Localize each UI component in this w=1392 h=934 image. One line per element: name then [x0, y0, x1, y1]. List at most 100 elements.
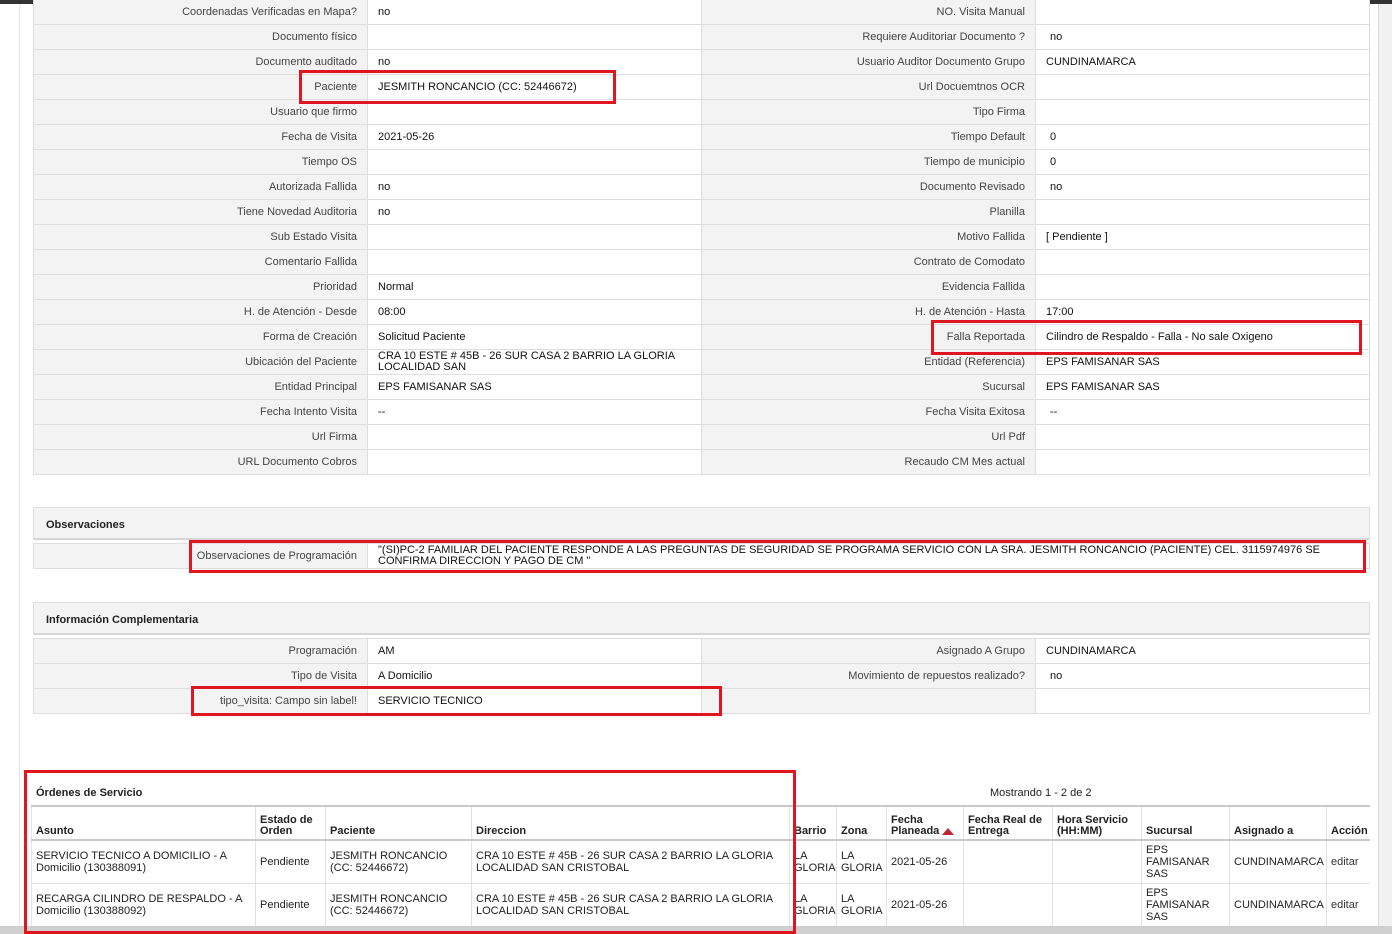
- detail-row: Sub Estado Visita Motivo Fallida[ Pendien…: [33, 224, 1370, 250]
- detail-row: Coordenadas Verificadas en Mapa? no NO. Vi…: [33, 0, 1370, 25]
- detail-label: Usuario Auditor Documento Grupo: [701, 49, 1036, 75]
- detail-label: Planilla: [701, 199, 1036, 225]
- column-header-label: Zona: [841, 825, 868, 837]
- detail-label: Evidencia Fallida: [701, 274, 1036, 300]
- table-row: RECARGA CILINDRO DE RESPALDO - A Domicil…: [31, 883, 1370, 927]
- detail-label: Ubicación del Paciente: [33, 349, 368, 375]
- column-header[interactable]: Paciente: [325, 805, 472, 841]
- detail-label: Comentario Fallida: [33, 249, 368, 275]
- observaciones-table: Observaciones de Programación "(SI)PC-2 …: [33, 543, 1370, 569]
- detail-label: Prioridad: [33, 274, 368, 300]
- ordenes-count: Mostrando 1 - 2 de 2: [990, 787, 1092, 799]
- detail-value: Cilindro de Respaldo - Falla - No sale O…: [1035, 324, 1370, 350]
- detail-row: Ubicación del Paciente CRA 10 ESTE # 45B …: [33, 349, 1370, 375]
- table-cell: Pendiente: [255, 883, 326, 927]
- detail-label: Url Docuemtnos OCR: [701, 74, 1036, 100]
- detail-value: 2021-05-26: [367, 124, 702, 150]
- detail-value: 0: [1035, 124, 1370, 150]
- detail-value: no: [367, 174, 702, 200]
- detail-label: Documento Revisado: [701, 174, 1036, 200]
- column-header[interactable]: Barrio: [789, 805, 837, 841]
- detail-label: Tiempo de municipio: [701, 149, 1036, 175]
- detail-label: Sub Estado Visita: [33, 224, 368, 250]
- column-header-label: Estado de Orden: [260, 814, 313, 837]
- detail-label: Contrato de Comodato: [701, 249, 1036, 275]
- detail-value: [1035, 74, 1370, 100]
- detail-value: [367, 249, 702, 275]
- edit-link[interactable]: editar: [1331, 899, 1359, 911]
- column-header-label: Acción: [1331, 825, 1368, 837]
- column-header-label: Barrio: [794, 825, 827, 837]
- table-cell: LA GLORIA: [836, 840, 887, 884]
- detail-row: Usuario que firmo Tipo Firma: [33, 99, 1370, 125]
- column-header-label: Direccion: [476, 825, 527, 837]
- column-header[interactable]: Sucursal: [1141, 805, 1230, 841]
- detail-value: [1035, 0, 1370, 25]
- column-header[interactable]: Asunto: [31, 805, 256, 841]
- sort-asc-icon[interactable]: [942, 827, 955, 835]
- detail-value: [367, 224, 702, 250]
- detail-label: Fecha Intento Visita: [33, 399, 368, 425]
- detail-label: Tiene Novedad Auditoria: [33, 199, 368, 225]
- table-cell: RECARGA CILINDRO DE RESPALDO - A Domicil…: [31, 883, 256, 927]
- edit-link[interactable]: editar: [1331, 856, 1359, 868]
- detail-value: CRA 10 ESTE # 45B - 26 SUR CASA 2 BARRIO…: [367, 349, 702, 375]
- detail-value: [367, 24, 702, 50]
- column-header[interactable]: Fecha Planeada: [886, 805, 964, 841]
- table-row: SERVICIO TECNICO A DOMICILIO - A Domicil…: [31, 840, 1370, 884]
- column-header[interactable]: Acción: [1326, 805, 1370, 841]
- table-cell: EPS FAMISANAR SAS: [1141, 840, 1230, 884]
- table-cell: SERVICIO TECNICO A DOMICILIO - A Domicil…: [31, 840, 256, 884]
- detail-label: Requiere Auditoriar Documento ?: [701, 24, 1036, 50]
- column-header[interactable]: Estado de Orden: [255, 805, 326, 841]
- complementaria-label: [701, 688, 1036, 714]
- detail-value: [1035, 199, 1370, 225]
- complementaria-label: Tipo de Visita: [33, 663, 368, 689]
- complementaria-label: Movimiento de repuestos realizado?: [701, 663, 1036, 689]
- detail-value: [ Pendiente ]: [1035, 224, 1370, 250]
- detail-label: Coordenadas Verificadas en Mapa?: [33, 0, 368, 25]
- detail-value: 08:00: [367, 299, 702, 325]
- table-cell: LA GLORIA: [836, 883, 887, 927]
- detail-label: URL Documento Cobros: [33, 449, 368, 475]
- detail-row: Fecha Intento Visita -- Fecha Visita Exito…: [33, 399, 1370, 425]
- column-header[interactable]: Zona: [836, 805, 887, 841]
- complementaria-label: Asignado A Grupo: [701, 638, 1036, 664]
- table-cell: 2021-05-26: [886, 883, 964, 927]
- detail-label: Usuario que firmo: [33, 99, 368, 125]
- detail-value: EPS FAMISANAR SAS: [1035, 349, 1370, 375]
- column-header[interactable]: Asignado a: [1229, 805, 1327, 841]
- observaciones-header: Observaciones: [33, 507, 1370, 540]
- detail-row: Comentario Fallida Contrato de Comodato: [33, 249, 1370, 275]
- detail-value: EPS FAMISANAR SAS: [1035, 374, 1370, 400]
- column-header-label: Sucursal: [1146, 825, 1193, 837]
- column-header[interactable]: Hora Servicio (HH:MM): [1052, 805, 1142, 841]
- detail-label: Fecha de Visita: [33, 124, 368, 150]
- detail-row: Fecha de Visita 2021-05-26 Tiempo Default 0: [33, 124, 1370, 150]
- detail-value: [1035, 274, 1370, 300]
- complementaria-row: Tipo de Visita A Domicilio Movimiento de r…: [33, 663, 1370, 689]
- horizontal-scrollbar[interactable]: [0, 926, 1392, 934]
- detail-value: [1035, 249, 1370, 275]
- detail-label: Tiempo OS: [33, 149, 368, 175]
- detail-label: Entidad (Referencia): [701, 349, 1036, 375]
- complementaria-value: SERVICIO TECNICO: [367, 688, 702, 714]
- detail-label: Motivo Fallida: [701, 224, 1036, 250]
- complementaria-label: tipo_visita: Campo sin label!: [33, 688, 368, 714]
- table-cell: JESMITH RONCANCIO (CC: 52446672): [325, 840, 472, 884]
- detail-label: NO. Visita Manual: [701, 0, 1036, 25]
- column-header-label: Paciente: [330, 825, 376, 837]
- observaciones-value: "(SI)PC-2 FAMILIAR DEL PACIENTE RESPONDE…: [367, 543, 1370, 569]
- column-header[interactable]: Fecha Real de Entrega: [963, 805, 1053, 841]
- complementaria-table: Programación AM Asignado A Grupo CUNDINAMAR…: [33, 638, 1370, 714]
- detail-row: Entidad Principal EPS FAMISANAR SAS Sucurs…: [33, 374, 1370, 400]
- table-cell: JESMITH RONCANCIO (CC: 52446672): [325, 883, 472, 927]
- complementaria-row: Programación AM Asignado A Grupo CUNDINAMAR…: [33, 638, 1370, 664]
- column-header[interactable]: Direccion: [471, 805, 790, 841]
- detail-value: JESMITH RONCANCIO (CC: 52446672): [367, 74, 702, 100]
- detail-label: Documento auditado: [33, 49, 368, 75]
- detail-value: [367, 99, 702, 125]
- vertical-scrollbar[interactable]: [1378, 4, 1392, 926]
- ordenes-title: Órdenes de Servicio: [36, 787, 143, 799]
- detail-label: Recaudo CM Mes actual: [701, 449, 1036, 475]
